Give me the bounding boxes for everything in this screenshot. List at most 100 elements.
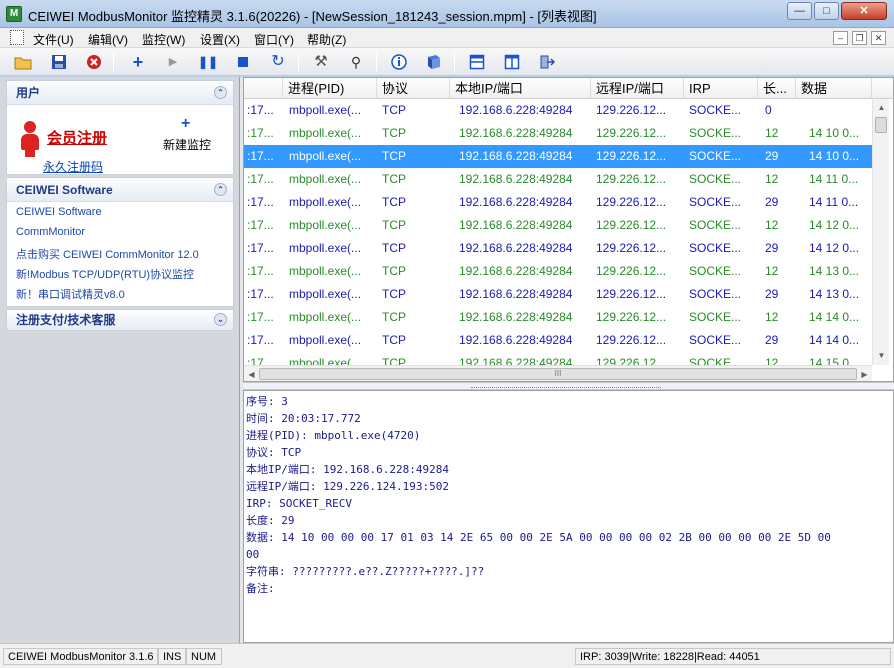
table-row[interactable]: :17... mbpoll.exe(... TCP 192.168.6.228:492…	[244, 168, 874, 191]
stop-icon[interactable]	[232, 51, 254, 73]
vertical-scrollbar[interactable]: ▲ ▼	[872, 99, 889, 365]
cell-process: mbpoll.exe(...	[289, 103, 362, 117]
cell-irp: SOCKE...	[689, 172, 742, 186]
collapse-up-icon[interactable]: ⌃	[214, 86, 227, 99]
column-local-ip[interactable]: 本地IP/端口	[450, 78, 591, 99]
table-row[interactable]: :17... mbpoll.exe(... TCP 192.168.6.228:492…	[244, 99, 874, 122]
cell-irp: SOCKE...	[689, 195, 742, 209]
software-link-ceiwei[interactable]: CEIWEI Software	[16, 206, 102, 218]
cell-length: 29	[765, 287, 779, 301]
collapse-down-icon[interactable]: ⌄	[214, 313, 227, 326]
column-irp[interactable]: IRP	[684, 78, 758, 99]
column-process[interactable]: 进程(PID)	[283, 78, 377, 99]
table-row[interactable]: :17... mbpoll.exe(... TCP 192.168.6.228:492…	[244, 191, 874, 214]
cell-protocol: TCP	[382, 218, 406, 232]
layout-vertical-icon[interactable]	[501, 51, 523, 73]
play-icon[interactable]: ▶	[162, 51, 184, 73]
save-icon[interactable]	[48, 51, 70, 73]
book-icon[interactable]	[423, 51, 445, 73]
find-icon[interactable]: ⚲	[345, 51, 367, 73]
menu-help[interactable]: 帮助(Z)	[307, 31, 346, 48]
scroll-left-icon[interactable]: ◀	[244, 367, 259, 381]
minimize-button[interactable]: —	[787, 2, 812, 20]
cell-remote-ip: 129.226.12...	[596, 310, 667, 324]
column-data[interactable]: 数据	[796, 78, 872, 99]
mdi-minimize-button[interactable]: –	[833, 31, 848, 45]
cell-data: 14 13 0...	[809, 287, 860, 301]
close-button[interactable]: ✕	[841, 2, 887, 20]
column-time[interactable]	[244, 78, 283, 99]
cell-remote-ip: 129.226.12...	[596, 195, 667, 209]
new-monitor-label[interactable]: 新建监控	[163, 136, 211, 153]
column-length[interactable]: 长...	[758, 78, 796, 99]
software-panel-header[interactable]: CEIWEI Software ⌃	[7, 178, 233, 202]
table-row[interactable]: :17... mbpoll.exe(... TCP 192.168.6.228:492…	[244, 214, 874, 237]
table-row[interactable]: :17... mbpoll.exe(... TCP 192.168.6.228:492…	[244, 260, 874, 283]
mdi-restore-button[interactable]: ❐	[852, 31, 867, 45]
table-row[interactable]: :17... mbpoll.exe(... TCP 192.168.6.228:492…	[244, 283, 874, 306]
toolbar-separator	[298, 52, 299, 72]
cell-process: mbpoll.exe(...	[289, 172, 362, 186]
maximize-button[interactable]: □	[814, 2, 839, 20]
menu-file[interactable]: 文件(U)	[33, 31, 74, 48]
menu-settings[interactable]: 设置(X)	[200, 31, 240, 48]
software-link-modbus[interactable]: 新!Modbus TCP/UDP(RTU)协议监控	[16, 266, 194, 282]
cell-process: mbpoll.exe(...	[289, 149, 362, 163]
open-folder-icon[interactable]	[12, 51, 34, 73]
cell-protocol: TCP	[382, 333, 406, 347]
license-key-link[interactable]: 永久注册码	[43, 158, 103, 175]
tools-icon[interactable]: ⚒	[310, 51, 332, 73]
menu-edit[interactable]: 编辑(V)	[88, 31, 128, 48]
mdi-close-button[interactable]: ✕	[871, 31, 886, 45]
scroll-thumb[interactable]	[875, 117, 887, 133]
user-panel-header[interactable]: 用户 ⌃	[7, 81, 233, 105]
info-icon[interactable]	[388, 51, 410, 73]
new-monitor-icon[interactable]: +	[181, 115, 190, 133]
table-row[interactable]: :17... mbpoll.exe(... TCP 192.168.6.228:492…	[244, 145, 874, 168]
table-row[interactable]: :17... mbpoll.exe(... TCP 192.168.6.228:492…	[244, 329, 874, 352]
software-panel: CEIWEI Software ⌃ CEIWEI Software CommMo…	[6, 177, 234, 307]
software-link-serial[interactable]: 新！串口调试精灵v8.0	[16, 286, 125, 302]
horizontal-scroll-thumb[interactable]: III	[259, 368, 857, 380]
cell-irp: SOCKE...	[689, 149, 742, 163]
list-header: 进程(PID) 协议 本地IP/端口 远程IP/端口 IRP 长... 数据	[244, 78, 893, 99]
cell-data: 14 12 0...	[809, 241, 860, 255]
cell-remote-ip: 129.226.12...	[596, 287, 667, 301]
scroll-right-icon[interactable]: ▶	[857, 367, 872, 381]
refresh-icon[interactable]: ↻	[267, 51, 289, 73]
column-remote-ip[interactable]: 远程IP/端口	[591, 78, 684, 99]
document-icon[interactable]	[10, 30, 24, 45]
table-row[interactable]: :17... mbpoll.exe(... TCP 192.168.6.228:492…	[244, 306, 874, 329]
collapse-up-icon[interactable]: ⌃	[214, 183, 227, 196]
status-ins: INS	[158, 648, 186, 665]
column-protocol[interactable]: 协议	[377, 78, 450, 99]
software-link-commmonitor[interactable]: CommMonitor	[16, 226, 85, 238]
exit-icon[interactable]	[536, 51, 558, 73]
table-row[interactable]: :17... mbpoll.exe(... TCP 192.168.6.228:492…	[244, 237, 874, 260]
pause-icon[interactable]: ❚❚	[197, 51, 219, 73]
member-register-link[interactable]: 会员注册	[47, 127, 107, 148]
cell-irp: SOCKE...	[689, 264, 742, 278]
menu-window[interactable]: 窗口(Y)	[254, 31, 294, 48]
scroll-up-icon[interactable]: ▲	[874, 100, 889, 115]
detail-process: 进程(PID): mbpoll.exe(4720)	[246, 429, 421, 442]
horizontal-splitter[interactable]	[243, 382, 894, 390]
horizontal-scrollbar[interactable]: ◀ III ▶	[244, 365, 872, 381]
cell-length: 29	[765, 241, 779, 255]
cell-process: mbpoll.exe(...	[289, 264, 362, 278]
support-panel-header[interactable]: 注册支付/技术客服 ⌄	[7, 310, 233, 330]
detail-length: 长度: 29	[246, 514, 295, 527]
menu-monitor[interactable]: 监控(W)	[142, 31, 185, 48]
detail-protocol: 协议: TCP	[246, 446, 302, 459]
stop-red-icon[interactable]	[83, 51, 105, 73]
cell-time: :17...	[247, 287, 274, 301]
cell-data: 14 14 0...	[809, 333, 860, 347]
add-icon[interactable]: +	[127, 51, 149, 73]
cell-local-ip: 192.168.6.228:49284	[459, 149, 573, 163]
layout-horizontal-icon[interactable]	[466, 51, 488, 73]
cell-remote-ip: 129.226.12...	[596, 241, 667, 255]
software-link-buy[interactable]: 点击购买 CEIWEI CommMonitor 12.0	[16, 246, 199, 262]
table-row[interactable]: :17... mbpoll.exe(... TCP 192.168.6.228:492…	[244, 122, 874, 145]
scroll-down-icon[interactable]: ▼	[874, 348, 889, 363]
cell-time: :17...	[247, 241, 274, 255]
